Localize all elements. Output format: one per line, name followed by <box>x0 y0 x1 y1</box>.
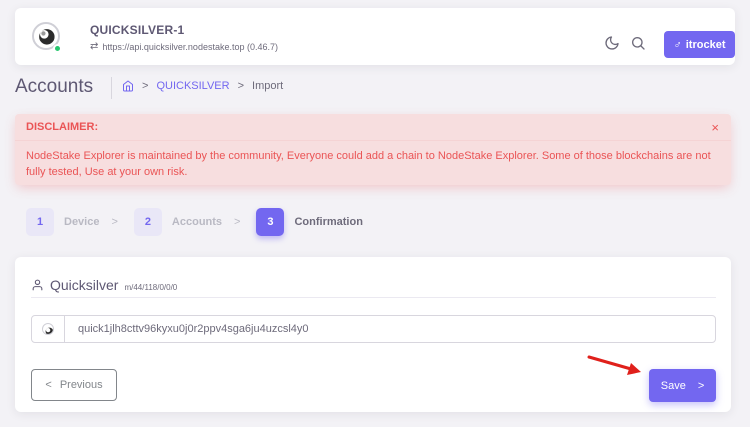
step-label: Confirmation <box>294 216 363 228</box>
chain-logo-icon <box>42 323 54 335</box>
step-label: Accounts <box>171 216 223 228</box>
annotation-arrow-icon <box>587 355 641 375</box>
account-confirmation-card: Quicksilver m/44/118/0/0/0 < Previous Sa… <box>15 257 731 412</box>
address-field[interactable] <box>65 316 715 342</box>
alert-body: NodeStake Explorer is maintained by the … <box>26 150 711 178</box>
import-stepper: 1 Device > 2 Accounts > 3 Confirmation <box>26 208 363 236</box>
breadcrumb: > QUICKSILVER > Import <box>122 80 283 92</box>
online-status-dot <box>53 44 62 53</box>
home-icon[interactable] <box>122 80 134 92</box>
step-label: Device <box>64 216 100 228</box>
alert-heading: DISCLAIMER: <box>15 114 731 141</box>
account-chain-title: Quicksilver <box>50 277 119 293</box>
step-accounts[interactable]: 2 Accounts <box>133 208 223 236</box>
page-title: Accounts <box>15 76 94 97</box>
chevron-right-icon: > <box>697 379 705 392</box>
step-number: 3 <box>256 208 285 236</box>
save-button[interactable]: Save > <box>649 369 716 402</box>
step-number: 1 <box>26 208 54 236</box>
card-divider <box>31 297 716 298</box>
title-divider <box>111 77 112 99</box>
endpoint-url: https://api.quicksilver.nodestake.top (0… <box>102 41 278 52</box>
hd-path: m/44/118/0/0/0 <box>124 283 178 292</box>
breadcrumb-chain-link[interactable]: QUICKSILVER <box>156 80 229 92</box>
save-label: Save <box>660 379 686 392</box>
address-input-group <box>31 315 716 343</box>
chain-name: QUICKSILVER-1 <box>90 23 185 37</box>
male-symbol-icon: ♂ <box>673 38 682 51</box>
address-prepend <box>32 316 65 342</box>
previous-label: Previous <box>59 379 103 391</box>
user-icon <box>32 279 43 291</box>
step-number: 2 <box>133 208 162 236</box>
close-icon[interactable]: × <box>711 120 719 135</box>
previous-button[interactable]: < Previous <box>31 369 117 401</box>
chain-endpoint[interactable]: ⇄ https://api.quicksilver.nodestake.top … <box>90 41 278 52</box>
user-account-button[interactable]: ♂ itrocket <box>664 31 735 58</box>
breadcrumb-separator: > <box>237 80 245 92</box>
chevron-right-icon: > <box>111 216 118 228</box>
top-navbar: QUICKSILVER-1 ⇄ https://api.quicksilver.… <box>15 8 735 65</box>
disclaimer-alert: DISCLAIMER: × NodeStake Explorer is main… <box>15 114 731 185</box>
search-icon[interactable] <box>630 35 646 51</box>
breadcrumb-separator: > <box>142 80 149 92</box>
user-button-label: itrocket <box>685 38 726 51</box>
card-header: Quicksilver m/44/118/0/0/0 <box>31 277 177 293</box>
step-confirmation[interactable]: 3 Confirmation <box>256 208 363 236</box>
breadcrumb-current: Import <box>252 80 284 92</box>
chevron-left-icon: < <box>45 379 52 391</box>
chevron-right-icon: > <box>234 216 241 228</box>
moon-icon[interactable] <box>604 35 620 51</box>
step-device[interactable]: 1 Device <box>26 208 99 236</box>
sync-icon: ⇄ <box>90 41 99 52</box>
